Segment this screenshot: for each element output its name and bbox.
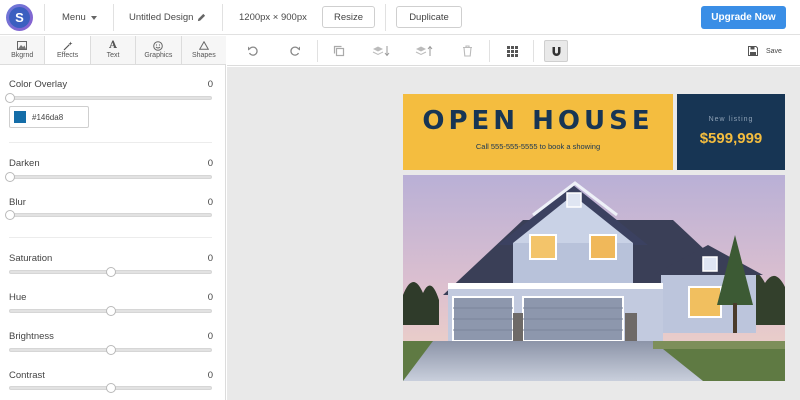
divider [113,4,114,31]
canvas-dimensions: 1200px × 900px [239,12,307,23]
resize-button[interactable]: Resize [322,6,375,28]
trash-icon[interactable] [456,40,478,62]
magic-wand-icon [63,40,73,51]
editor-toolbar [227,36,800,66]
color-overlay-value: 0 [207,79,213,90]
hue-value: 0 [207,292,213,303]
magnet-icon[interactable] [544,40,568,62]
darken-label: Darken [9,158,40,169]
tab-bkgrnd[interactable]: Bkgrnd [0,36,46,64]
grid-icon[interactable] [501,40,523,62]
subline-text[interactable]: Call 555-555-5555 to book a showing [403,142,673,151]
redo-icon[interactable] [284,40,306,62]
overlay-color-field[interactable]: #146da8 [9,106,89,128]
blur-slider[interactable] [5,210,212,220]
duplicate-button[interactable]: Duplicate [396,6,462,28]
undo-icon[interactable] [242,40,264,62]
price-text[interactable]: $599,999 [677,130,785,147]
divider [489,40,490,62]
menu-button[interactable]: Menu [62,0,97,35]
house-photo[interactable] [403,175,785,381]
price-block[interactable]: New listing $599,999 [677,94,785,170]
menu-label: Menu [62,12,86,23]
saturation-value: 0 [207,253,213,264]
brightness-slider[interactable] [9,345,212,355]
tab-effects[interactable]: Effects [45,36,91,64]
bring-forward-icon[interactable] [413,40,435,62]
logo-letter: S [9,7,30,28]
smiley-icon [153,40,164,51]
divider [533,40,534,62]
slider-knob[interactable] [5,172,15,182]
contrast-slider[interactable] [9,383,212,393]
effects-panel: Bkgrnd Effects A Text Graphics Shapes Co… [0,36,226,400]
headline-block[interactable]: OPEN HOUSE Call 555-555-5555 to book a s… [403,94,673,170]
tab-graphics[interactable]: Graphics [136,36,182,64]
house-illustration [403,175,785,381]
save-icon[interactable] [746,40,760,62]
design-title: Untitled Design [129,12,194,23]
send-backward-icon[interactable] [370,40,392,62]
blur-value: 0 [207,197,213,208]
overlay-color-hex: #146da8 [32,112,64,122]
slider-knob[interactable] [5,210,15,220]
divider [385,4,386,31]
contrast-label: Contrast [9,370,45,381]
slider-knob[interactable] [105,345,116,355]
tab-label: Effects [56,52,79,59]
caret-down-icon [90,15,97,20]
contrast-value: 0 [207,370,213,381]
color-overlay-slider[interactable] [5,93,212,103]
divider [222,4,223,31]
tab-label: Shapes [191,52,216,59]
saturation-slider[interactable] [9,267,212,277]
triangle-icon [198,40,209,51]
slider-knob[interactable] [5,93,15,103]
tab-label: Bkgrnd [11,52,34,59]
hue-slider[interactable] [9,306,212,316]
divider [9,142,212,143]
blur-label: Blur [9,197,26,208]
save-button[interactable]: Save [766,36,782,66]
saturation-label: Saturation [9,253,53,264]
text-icon: A [109,40,117,51]
image-icon [17,40,28,51]
tab-label: Text [106,52,120,59]
upgrade-button[interactable]: Upgrade Now [701,6,786,29]
tab-shapes[interactable]: Shapes [182,36,226,64]
color-swatch[interactable] [14,111,26,123]
divider [317,40,318,62]
slider-knob[interactable] [105,306,116,316]
headline-text[interactable]: OPEN HOUSE [403,106,673,136]
duplicate-icon[interactable] [328,40,350,62]
design-title-field[interactable]: Untitled Design [129,0,206,35]
listing-label[interactable]: New listing [677,116,785,123]
app-logo[interactable]: S [6,4,33,31]
slider-knob[interactable] [105,267,116,277]
tab-label: Graphics [144,52,173,59]
pencil-icon [198,13,206,22]
brightness-value: 0 [207,331,213,342]
color-overlay-label: Color Overlay [9,79,68,90]
divider [44,4,45,31]
hue-label: Hue [9,292,27,303]
slider-knob[interactable] [105,383,116,393]
panel-tabs: Bkgrnd Effects A Text Graphics Shapes [0,36,226,65]
darken-value: 0 [207,158,213,169]
divider [9,237,212,238]
darken-slider[interactable] [5,172,212,182]
tab-text[interactable]: A Text [91,36,137,64]
top-bar: S Menu Untitled Design 1200px × 900px Re… [0,0,800,35]
brightness-label: Brightness [9,331,54,342]
